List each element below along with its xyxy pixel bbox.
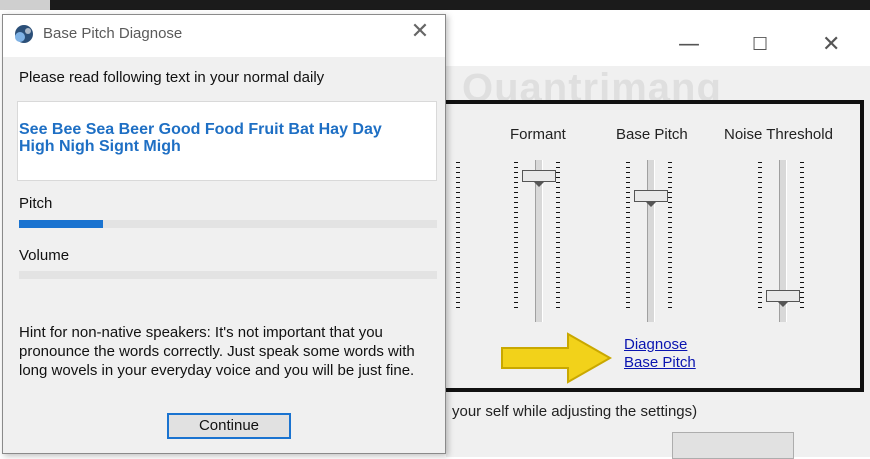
close-icon[interactable]: ✕ [407,19,433,44]
main-titlebar: — ☐ ✕ [446,10,870,66]
minimize-icon[interactable]: — [678,32,700,57]
formant-slider-thumb[interactable] [522,170,556,187]
base-pitch-ticks-left [626,162,630,312]
pitch-label: Pitch [19,195,53,212]
noise-ticks-right [800,162,804,312]
hint-text: Hint for non-native speakers: It's not i… [19,324,415,379]
volume-meter [19,271,437,279]
pitch-meter [19,220,437,228]
noise-threshold-slider-thumb[interactable] [766,290,800,307]
partial-slider-ticks [456,162,460,312]
base-pitch-label: Base Pitch [616,126,688,143]
formant-ticks-right [556,162,560,312]
base-pitch-ticks-right [668,162,672,312]
voice-slider-panel: : Formant Base Pitch Noise Threshold Dia… [430,100,864,392]
maximize-icon[interactable]: ☐ [752,34,768,55]
app-icon [15,25,33,43]
status-text: your self while adjusting the settings) [452,403,698,420]
diagnose-base-pitch-link[interactable]: Diagnose Base Pitch [624,336,696,372]
base-pitch-slider-thumb[interactable] [634,190,668,207]
highlight-arrow-icon [501,332,613,384]
base-pitch-slider[interactable] [647,160,655,322]
close-icon[interactable]: ✕ [822,32,840,57]
noise-threshold-label: Noise Threshold [724,126,833,143]
background-button[interactable] [672,432,794,459]
read-text: See Bee Sea Beer Good Food Fruit Bat Hay… [19,121,382,155]
dialog-title: Base Pitch Diagnose [43,25,183,42]
instruction-text: Please read following text in your norma… [19,69,325,86]
dialog-body: Please read following text in your norma… [3,57,445,453]
pitch-meter-fill [19,220,103,228]
volume-label: Volume [19,247,70,264]
continue-button[interactable]: Continue [167,413,291,439]
base-pitch-diagnose-dialog: Base Pitch Diagnose ✕ Please read follow… [2,14,446,454]
formant-label: Formant [510,126,566,143]
formant-ticks-left [514,162,518,312]
noise-ticks-left [758,162,762,312]
desktop-strip [0,0,870,10]
